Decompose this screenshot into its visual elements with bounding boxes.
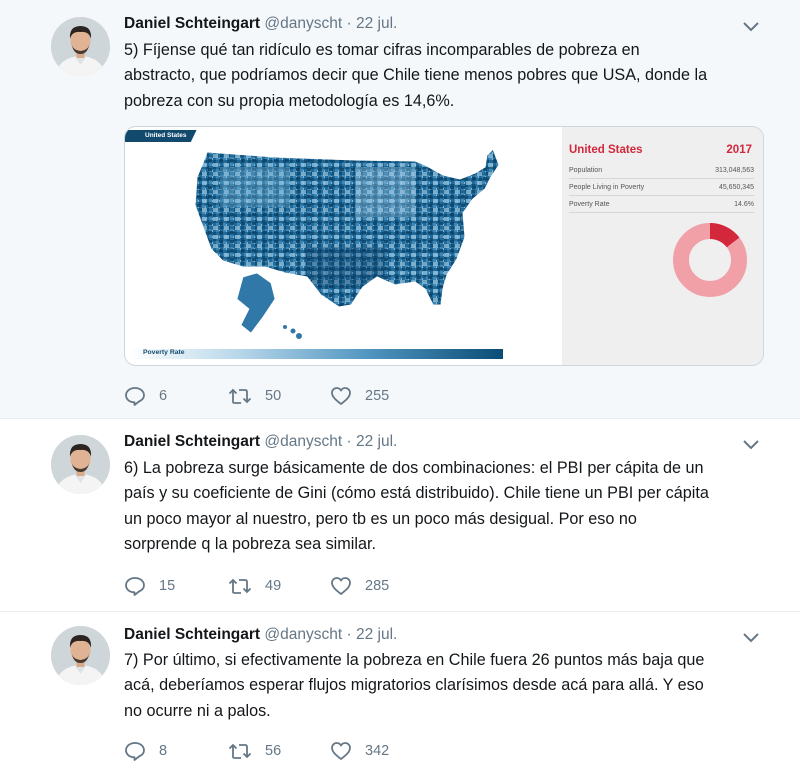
tweet-text-line: sorprende q la pobreza sea similar. xyxy=(124,534,376,553)
tweet-header: Daniel Schteingart @danyscht · 22 jul. xyxy=(124,626,397,644)
tweet-text-line: 7) Por último, si efectivamente la pobre… xyxy=(124,651,705,669)
stat-row: People Living in Poverty 45,650,345 xyxy=(569,181,754,196)
like-button[interactable]: 255 xyxy=(330,385,389,407)
tweet-text-line: abstracto, que podríamos decir que Chile… xyxy=(124,66,708,85)
stat-label: Poverty Rate xyxy=(569,201,610,208)
like-count: 255 xyxy=(365,388,390,404)
tweet-date[interactable]: 22 jul. xyxy=(356,626,397,643)
chevron-down-icon[interactable] xyxy=(742,21,760,33)
stat-label: Population xyxy=(569,167,603,174)
avatar[interactable] xyxy=(51,17,110,76)
avatar[interactable] xyxy=(51,435,110,494)
us-map-graphic xyxy=(194,148,500,339)
stats-panel: United States 2017 Population 313,048,56… xyxy=(562,127,763,365)
retweet-icon xyxy=(228,388,252,404)
tweet-text-line: no ocurre ni a palos. xyxy=(124,701,271,720)
tweet[interactable]: Daniel Schteingart @danyscht · 22 jul. 6… xyxy=(0,418,800,611)
stat-value: 45,650,345 xyxy=(718,184,754,191)
chevron-down-icon[interactable] xyxy=(742,439,760,451)
like-count: 285 xyxy=(365,578,390,594)
retweet-icon xyxy=(228,743,252,759)
tweet-text-line: 6) La pobreza surge básicamente de dos c… xyxy=(124,459,704,477)
reply-icon xyxy=(125,387,145,406)
reply-icon xyxy=(125,742,145,761)
reply-count: 8 xyxy=(159,743,168,759)
author-name[interactable]: Daniel Schteingart xyxy=(124,626,260,643)
tweet-text: 5) Fíjense qué tan ridículo es tomar cif… xyxy=(124,38,764,114)
tweet-text-line: pobreza con su propia metodología es 14,… xyxy=(124,91,455,110)
retweet-count: 56 xyxy=(265,743,282,759)
stat-label: People Living in Poverty xyxy=(569,184,645,191)
like-button[interactable]: 285 xyxy=(330,575,389,597)
reply-count: 6 xyxy=(159,388,168,404)
heart-icon xyxy=(331,742,351,760)
reply-button[interactable]: 8 xyxy=(124,740,167,762)
stat-row: Poverty Rate 14.6% xyxy=(569,198,754,213)
chevron-down-icon[interactable] xyxy=(742,632,760,644)
tweet-text-line: 5) Fíjense qué tan ridículo es tomar cif… xyxy=(124,41,640,59)
stat-value: 14.6% xyxy=(734,201,754,208)
tweet-text-line: un poco mayor al nuestro, pero tb es un … xyxy=(124,509,637,528)
legend-label: Poverty Rate xyxy=(143,349,185,356)
author-name[interactable]: Daniel Schteingart xyxy=(124,15,260,32)
poverty-donut-chart xyxy=(673,223,747,297)
tweet-text: 6) La pobreza surge básicamente de dos c… xyxy=(124,456,764,557)
poverty-map: United States Poverty Rate xyxy=(125,127,562,365)
retweet-count: 49 xyxy=(265,578,282,594)
year-label: 2017 xyxy=(726,144,752,156)
avatar[interactable] xyxy=(51,626,110,685)
stat-value: 313,048,563 xyxy=(715,167,754,174)
author-handle[interactable]: @danyscht xyxy=(264,15,342,32)
tweet-date[interactable]: 22 jul. xyxy=(356,433,397,450)
tweet-text: 7) Por último, si efectivamente la pobre… xyxy=(124,648,764,724)
tweet-text-line: país y su coeficiente de Gini (cómo está… xyxy=(124,484,709,503)
reply-button[interactable]: 15 xyxy=(124,575,175,597)
reply-icon xyxy=(125,577,145,596)
legend-gradient xyxy=(129,349,503,359)
tweet[interactable]: Daniel Schteingart @danyscht · 22 jul. 7… xyxy=(0,611,800,763)
separator-dot: · xyxy=(346,626,352,643)
separator-dot: · xyxy=(346,433,352,450)
tweet-text-line: acá, deberíamos esperar flujos migratori… xyxy=(124,676,704,695)
retweet-button[interactable]: 56 xyxy=(228,740,281,762)
retweet-icon xyxy=(228,578,252,594)
media-image[interactable]: United States Poverty Rate United States… xyxy=(124,126,764,366)
heart-icon xyxy=(331,577,351,595)
reply-button[interactable]: 6 xyxy=(124,385,167,407)
stat-row: Population 313,048,563 xyxy=(569,164,754,179)
region-title: United States xyxy=(569,144,643,156)
author-handle[interactable]: @danyscht xyxy=(264,626,342,643)
author-handle[interactable]: @danyscht xyxy=(264,433,342,450)
tweet[interactable]: Daniel Schteingart @danyscht · 22 jul. 5… xyxy=(0,0,800,418)
author-name[interactable]: Daniel Schteingart xyxy=(124,433,260,450)
retweet-button[interactable]: 49 xyxy=(228,575,281,597)
tweet-date[interactable]: 22 jul. xyxy=(356,15,397,32)
retweet-count: 50 xyxy=(265,388,282,404)
separator-dot: · xyxy=(346,15,352,32)
like-button[interactable]: 342 xyxy=(330,740,389,762)
retweet-button[interactable]: 50 xyxy=(228,385,281,407)
tweet-header: Daniel Schteingart @danyscht · 22 jul. xyxy=(124,15,397,33)
heart-icon xyxy=(331,387,351,405)
reply-count: 15 xyxy=(159,578,176,594)
like-count: 342 xyxy=(365,743,390,759)
tweet-header: Daniel Schteingart @danyscht · 22 jul. xyxy=(124,433,397,451)
